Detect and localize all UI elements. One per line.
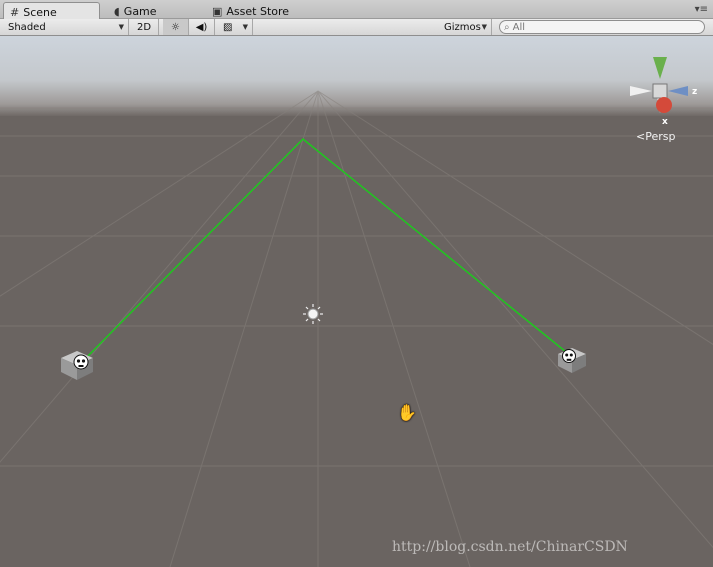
unity-scene-window: # Scene ◖ Game ▣ Asset Store ▾≡ Shaded ▼… [0,0,713,567]
scene-canvas: z x [0,57,713,567]
chevron-down-icon: ▼ [481,23,487,31]
speaker-icon: ◀) [195,21,208,33]
tab-scene[interactable]: # Scene [3,2,100,19]
image-icon: ▨ [223,21,233,33]
search-input[interactable]: ⌕ All [499,20,705,34]
floor-grid [0,90,713,567]
tab-game-label: Game [123,5,157,18]
sun-icon [303,304,323,324]
cube-object-right [558,348,586,373]
projection-label[interactable]: <Persp [636,130,675,143]
scene-viewport[interactable]: z x <Persp ✋ http://blog.csdn.net/Chinar… [0,36,713,567]
orientation-gizmo: z x [630,57,697,127]
projection-label-text: Persp [645,130,676,143]
draw-mode-label: Shaded [8,21,46,33]
tab-asset-store-label: Asset Store [226,5,290,18]
pacman-icon: ◖ [114,5,120,18]
toggle-2d-label: 2D [137,21,152,33]
draw-mode-dropdown[interactable]: Shaded ▼ [4,19,129,35]
hand-cursor-icon: ✋ [397,403,417,422]
grid-icon: # [10,5,20,19]
connection-line [83,137,572,361]
scene-toolbar: Shaded ▼ 2D ☼ ◀) ▨ ▼ Gizmos ▼ ⌕ All [0,19,713,36]
skull-icon [562,349,576,363]
tab-game[interactable]: ◖ Game [108,2,163,19]
tab-bar: # Scene ◖ Game ▣ Asset Store ▾≡ [0,0,713,19]
chevron-down-icon: ▼ [118,23,124,31]
tab-scene-label: Scene [23,5,57,19]
search-icon: ⌕ [504,21,510,33]
sun-icon: ☼ [171,21,180,33]
search-placeholder: All [512,21,526,33]
chevron-down-icon: ▼ [242,23,248,31]
gizmos-label: Gizmos [444,21,481,33]
skull-icon [73,354,89,370]
gizmo-z-label: z [692,87,697,97]
scene-effects-dropdown[interactable]: ▨ ▼ [219,19,253,35]
watermark: http://blog.csdn.net/ChinarCSDN [392,539,628,555]
scene-lighting-toggle[interactable]: ☼ [163,19,189,35]
toggle-2d-button[interactable]: 2D [133,19,159,35]
tab-menu-icon[interactable]: ▾≡ [695,4,708,15]
tab-asset-store[interactable]: ▣ Asset Store [206,2,295,19]
bag-icon: ▣ [212,5,223,18]
gizmo-x-label: x [662,117,668,127]
scene-audio-toggle[interactable]: ◀) [189,19,215,35]
gizmos-dropdown[interactable]: Gizmos ▼ [440,19,492,35]
